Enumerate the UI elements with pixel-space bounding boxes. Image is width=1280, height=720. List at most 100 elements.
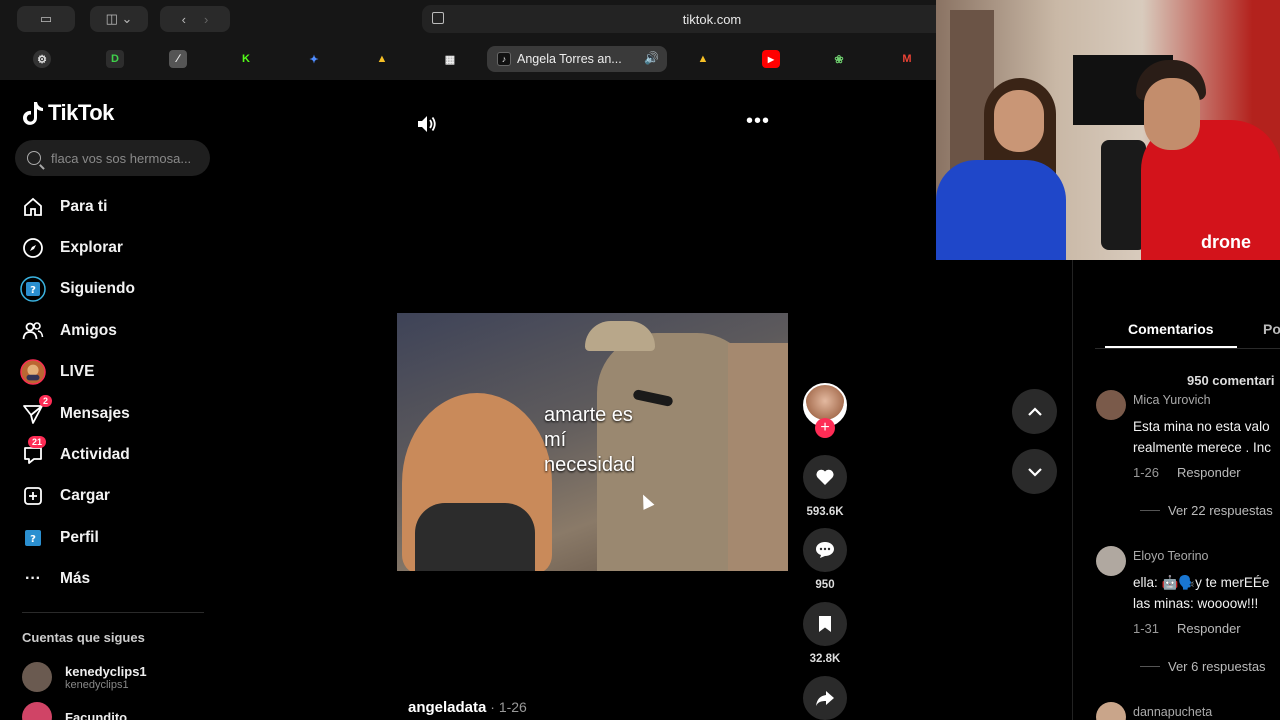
sidebar-item-explorar[interactable]: Explorar: [20, 233, 123, 263]
sidebar-toggle-button[interactable]: ◫ ⌄: [90, 6, 148, 32]
followed-account[interactable]: Facundito: [22, 702, 127, 720]
more-options-icon: •••: [746, 110, 771, 132]
tab-comentarios[interactable]: Comentarios: [1128, 321, 1214, 337]
search-icon: [27, 151, 41, 165]
home-icon: [20, 194, 46, 220]
share-button[interactable]: [803, 676, 847, 720]
compass-icon: [20, 235, 46, 261]
comment-line: ella: 🤖🗣️y te merEÉe: [1133, 575, 1270, 590]
sidebar-item-para-ti[interactable]: Para ti: [20, 192, 107, 222]
tiktok-logo[interactable]: TikTok: [22, 100, 114, 126]
address-bar[interactable]: tiktok.com: [422, 5, 1002, 33]
reply-button[interactable]: Responder: [1177, 465, 1241, 480]
video-frame-cap: [585, 321, 655, 351]
heart-icon: [816, 469, 834, 485]
sidebar-item-mensajes[interactable]: 2 Mensajes: [20, 395, 130, 429]
comment-username[interactable]: Eloyo Teorino: [1133, 549, 1209, 563]
search-input[interactable]: flaca vos sos hermosa...: [15, 140, 210, 176]
share-icon: [816, 691, 834, 706]
reply-button[interactable]: Responder: [1177, 621, 1241, 636]
sidebar-item-perfil[interactable]: ? Perfil: [20, 523, 99, 553]
caption-line: mí: [544, 429, 567, 451]
tab-notes[interactable]: ∕: [169, 50, 187, 68]
sidebar-divider: [22, 612, 204, 613]
messages-icon: 2: [20, 395, 52, 427]
tab-gemini[interactable]: ✦: [305, 50, 323, 68]
comment-username[interactable]: Mica Yurovich: [1133, 393, 1211, 407]
avatar: [22, 662, 52, 692]
sidebar-item-mas[interactable]: ··· Más: [20, 564, 90, 594]
author-name: angeladata: [408, 699, 487, 716]
comment-date: 1-31: [1133, 621, 1160, 636]
active-tab[interactable]: ♪ Angela Torres an... 🔊: [487, 46, 667, 72]
logo-text: TikTok: [48, 100, 114, 125]
account-name: kenedyclips1: [65, 663, 147, 679]
avatar[interactable]: [1096, 546, 1126, 576]
tab-drive-2[interactable]: ▲: [694, 50, 712, 68]
device-icon: ▭: [39, 11, 53, 26]
tab-youtube[interactable]: ▶: [762, 50, 780, 68]
tab-audio-icon[interactable]: 🔊: [644, 51, 659, 65]
video-author[interactable]: angeladata · 1-26: [408, 699, 527, 716]
extension-icon: ❀: [834, 53, 844, 66]
sidebar-item-label: Cargar: [60, 487, 110, 504]
chevron-up-icon: [1027, 406, 1042, 416]
like-button[interactable]: [803, 455, 847, 499]
volume-button[interactable]: [416, 114, 438, 140]
video-player[interactable]: amarte es mí necesidad: [397, 313, 788, 571]
sidebar-item-cargar[interactable]: Cargar: [20, 481, 110, 511]
sidebar-item-live[interactable]: LIVE: [20, 357, 94, 387]
followed-account[interactable]: kenedyclips1 kenedyclips1: [22, 662, 147, 692]
previous-video-button[interactable]: [1012, 389, 1057, 434]
tab-other[interactable]: Po: [1263, 321, 1280, 337]
comment-meta: 1-26 Responder: [1133, 465, 1241, 480]
following-icon: ?: [20, 276, 46, 302]
tab-d-app[interactable]: D: [106, 50, 124, 68]
comment-username[interactable]: dannapucheta: [1133, 705, 1212, 719]
tab-gmail[interactable]: M: [898, 50, 916, 68]
view-replies-label: Ver 6 respuestas: [1168, 659, 1266, 674]
page-icon: [432, 12, 444, 24]
tab-sheet[interactable]: ▦: [441, 50, 459, 68]
sidebar-item-amigos[interactable]: Amigos: [20, 316, 117, 346]
d-icon: D: [111, 53, 119, 65]
tab-drive-1[interactable]: ▲: [373, 50, 391, 68]
video-frame-figure: [415, 503, 535, 571]
bookmark-icon: [819, 616, 831, 632]
forward-button[interactable]: ›: [204, 12, 208, 27]
sidebar-item-label: Perfil: [60, 529, 99, 546]
url-text: tiktok.com: [682, 11, 742, 27]
follow-button[interactable]: +: [815, 418, 835, 438]
view-replies-button[interactable]: Ver 6 respuestas: [1140, 659, 1266, 674]
view-replies-label: Ver 22 respuestas: [1168, 503, 1273, 518]
caption-line: necesidad: [544, 454, 636, 476]
device-toggle-button[interactable]: ▭: [17, 6, 75, 32]
comment-total: 950 comentari: [1187, 373, 1275, 388]
video-caption: amarte es mí necesidad: [544, 403, 635, 478]
sheet-icon: ▦: [444, 53, 456, 66]
comment-button[interactable]: [803, 528, 847, 572]
back-button[interactable]: ‹: [182, 12, 186, 27]
messages-badge: 2: [38, 395, 52, 407]
notes-icon: ∕: [177, 53, 179, 65]
view-replies-button[interactable]: Ver 22 respuestas: [1140, 503, 1273, 518]
video-frame-figure: [728, 343, 788, 571]
comment-date: 1-26: [1133, 465, 1160, 480]
sidebar-item-actividad[interactable]: 21 Actividad: [20, 436, 130, 470]
next-video-button[interactable]: [1012, 449, 1057, 494]
tab-extension[interactable]: ❀: [830, 50, 848, 68]
comment-text: ella: 🤖🗣️y te merEÉe las minas: woooow!!…: [1133, 572, 1269, 614]
save-button[interactable]: [803, 602, 847, 646]
youtube-icon: ▶: [767, 54, 775, 64]
tab-chatgpt[interactable]: ⚙: [33, 50, 51, 68]
active-tab-title: Angela Torres an...: [517, 52, 622, 66]
chatgpt-icon: ⚙: [37, 53, 47, 66]
gemini-icon: ✦: [309, 53, 319, 66]
tab-kick[interactable]: K: [237, 50, 255, 68]
drive-icon: ▲: [697, 53, 709, 65]
video-more-button[interactable]: •••: [746, 110, 770, 133]
sidebar-item-siguiendo[interactable]: ? Siguiendo: [20, 274, 135, 304]
avatar[interactable]: [1096, 390, 1126, 420]
sidebar-item-label: LIVE: [60, 363, 95, 380]
history-nav: ‹ ›: [160, 6, 230, 32]
